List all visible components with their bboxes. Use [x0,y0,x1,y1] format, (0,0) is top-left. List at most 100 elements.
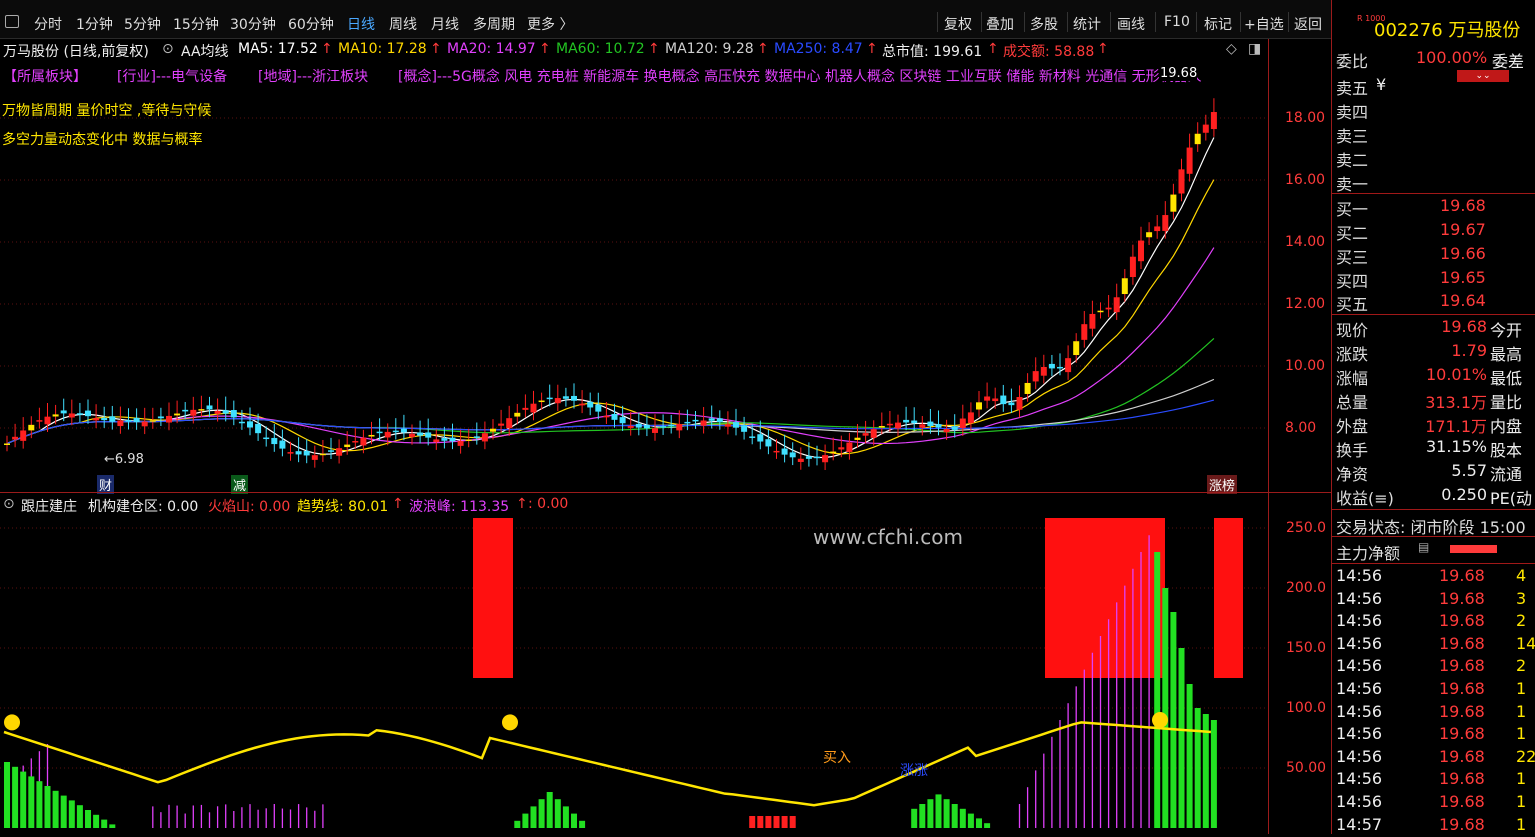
tick-row: 14:56 19.68 1 [1332,769,1535,791]
candle-body [311,455,318,460]
multi-stock-button[interactable]: 多股 [1030,14,1058,34]
ma-indicator-name[interactable]: AA均线 [181,41,229,61]
candle-body [1121,278,1128,295]
tick-price: 19.68 [1439,611,1485,631]
candle-body [684,421,691,424]
indicator-toggle-icon[interactable]: ⊙ [162,41,174,57]
overlay-button[interactable]: 叠加 [986,14,1014,34]
smiley-icon [1152,712,1168,728]
kline-chart[interactable] [0,88,1268,492]
candle-body [708,418,715,421]
candle-body [546,397,553,400]
stat-value: 313.1万 [1425,393,1487,412]
candle-body [506,418,513,429]
stat-row: 净资 5.57 流通 [1332,461,1535,484]
up-arrow-icon: ↑ [866,41,878,57]
sub-indicator-name[interactable]: 跟庄建庄 [21,496,77,516]
stats-button[interactable]: 统计 [1073,14,1101,34]
candle-body [943,429,950,433]
candle-body [1186,147,1193,174]
tab-fenshi[interactable]: 分时 [34,14,62,34]
green-bar [959,808,966,828]
candle-body [814,456,820,459]
tab-multi-period[interactable]: 多周期 [473,14,515,34]
turnover-amount: 成交额: 58.88 [1003,44,1095,60]
sub-toggle-icon[interactable]: ⊙ [3,496,15,512]
price-axis: 18.00 16.00 14.00 12.00 10.00 8.00 [1268,40,1332,494]
candle-body [733,422,739,428]
mark-button[interactable]: 标记 [1204,14,1232,34]
chart-stock-title: 万马股份 (日线,前复权) [3,44,149,60]
diamond-icon[interactable]: ◇ [1226,41,1237,57]
green-bar [522,813,529,828]
tab-1min[interactable]: 1分钟 [76,14,113,34]
candle-body [1194,133,1201,145]
tick-volume: 2 [1516,656,1527,676]
list-icon[interactable]: ▤ [1418,540,1429,554]
sector-label[interactable]: 【所属板块】 [3,66,87,86]
draw-line-button[interactable]: 画线 [1117,14,1145,34]
add-watchlist-button[interactable]: +自选 [1244,14,1284,34]
price-tick: 16.00 [1285,172,1326,188]
main-flow-label[interactable]: 主力净额 [1336,540,1400,564]
tab-monthly[interactable]: 月线 [431,14,459,34]
rise-signal-label: 涨涨 [900,763,928,779]
industry-label[interactable]: [行业]---电气设备 [117,66,227,86]
candle-body [490,428,496,432]
tab-more[interactable]: 更多 〉 [527,14,573,34]
stat-label: 外盘 [1336,417,1369,436]
tab-30min[interactable]: 30分钟 [230,14,276,34]
green-bar [85,810,91,828]
candle-body [60,410,67,414]
tick-price: 19.68 [1439,679,1485,698]
tab-weekly[interactable]: 周线 [389,14,417,34]
candle-body [1000,395,1007,405]
buy3-price: 19.66 [1440,244,1486,263]
tab-60min[interactable]: 60分钟 [288,14,334,34]
candle-body [749,436,756,438]
candle-body [344,444,351,448]
region-label[interactable]: [地域]---浙江板块 [258,66,368,86]
candle-body [611,413,618,420]
ma-info-bar: 万马股份 (日线,前复权) ⊙ AA均线 MA5: 17.52 ↑ MA10: … [0,39,1268,61]
candle-body [417,432,424,436]
candle-body [1105,307,1112,310]
stat-label-2: 最高 [1490,345,1523,364]
tick-time: 14:57 [1336,814,1383,834]
candle-body [1048,363,1055,369]
tick-price: 19.68 [1439,769,1485,789]
candle-body [125,420,132,422]
up-arrow-icon: ↑ [1097,41,1109,57]
tab-5min[interactable]: 5分钟 [124,14,161,34]
candle-body [433,439,440,443]
candle-body [797,458,804,462]
candle-body [465,439,472,441]
tick-time: 14:56 [1336,792,1383,811]
candle-body [530,403,537,413]
candle-body [562,396,569,399]
menu-icon[interactable] [5,15,19,28]
stat-row: 外盘 171.1万 内盘 [1332,413,1535,436]
ma60-value: MA60: 10.72 [556,41,645,57]
fuquan-button[interactable]: 复权 [944,14,972,34]
candle-body [635,423,642,428]
candle-body [805,456,812,459]
tab-15min[interactable]: 15分钟 [173,14,219,34]
concept-label[interactable]: [概念]---5G概念 风电 充电桩 新能源车 换电概念 高压快充 数据中心 机… [398,66,1264,86]
candle-body [368,434,375,437]
tab-daily[interactable]: 日线 [347,14,375,34]
candle-body [554,398,561,404]
ma-line [6,247,1215,445]
f10-button[interactable]: F10 [1164,14,1190,30]
candle-body [222,410,229,414]
candle-body [1138,240,1144,262]
candle-body [660,426,667,428]
sub-indicator-chart[interactable] [0,516,1268,834]
tick-time: 14:56 [1336,656,1383,676]
window-toggle-icon[interactable]: ◨ [1248,41,1261,57]
candle-body [1154,226,1161,232]
stat-value: 0.250 [1441,485,1487,504]
green-bar [562,806,569,828]
back-button[interactable]: 返回 [1294,14,1322,34]
candle-body [295,451,302,455]
